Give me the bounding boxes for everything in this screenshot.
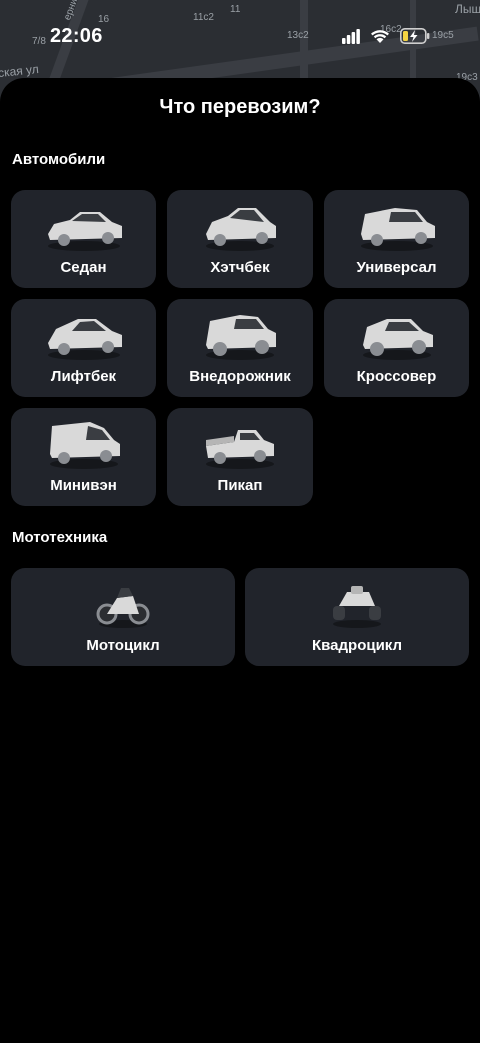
signal-icon xyxy=(342,28,360,44)
vehicle-option-label: Пикап xyxy=(217,477,263,494)
vehicle-option-label: Кроссовер xyxy=(356,368,437,385)
sheet-title: Что перевозим? xyxy=(159,96,321,118)
crossover-car-icon xyxy=(355,309,439,368)
vehicle-option-sedan[interactable]: Седан xyxy=(11,190,156,288)
quad-bike-icon xyxy=(327,578,387,635)
moto-grid: Мотоцикл Квадроцикл xyxy=(11,568,469,666)
status-clock: 22:06 xyxy=(50,24,103,47)
vehicle-option-pickup[interactable]: Пикап xyxy=(167,408,313,506)
vehicle-option-wagon[interactable]: Универсал xyxy=(324,190,469,288)
vehicle-option-label: Седан xyxy=(60,259,107,276)
vehicle-option-suv[interactable]: Внедорожник xyxy=(167,299,313,397)
liftback-car-icon xyxy=(42,309,126,368)
battery-icon xyxy=(400,28,430,44)
wifi-icon xyxy=(370,28,390,44)
vehicle-option-crossover[interactable]: Кроссовер xyxy=(324,299,469,397)
pickup-truck-icon xyxy=(198,418,282,477)
status-icons xyxy=(342,28,430,44)
vehicle-option-minivan[interactable]: Минивэн xyxy=(11,408,156,506)
vehicle-option-label: Мотоцикл xyxy=(86,637,160,654)
suv-car-icon xyxy=(198,309,282,368)
map-label: Лыщ xyxy=(455,2,480,16)
vehicle-option-liftback[interactable]: Лифтбек xyxy=(11,299,156,397)
hatchback-car-icon xyxy=(198,200,282,259)
vehicle-option-quad[interactable]: Квадроцикл xyxy=(245,568,469,666)
cars-grid: Седан Хэтчбек Универсал Лифтбек Внедорож… xyxy=(11,190,469,506)
vehicle-type-sheet: Что перевозим? Автомобили Седан Хэтчбек … xyxy=(0,78,480,1043)
vehicle-option-label: Универсал xyxy=(356,259,437,276)
motorcycle-icon xyxy=(93,578,153,635)
section-title-moto: Мототехника xyxy=(12,529,108,546)
map-label: 11 xyxy=(230,4,241,15)
sedan-car-icon xyxy=(42,200,126,259)
vehicle-option-label: Хэтчбек xyxy=(210,259,270,276)
vehicle-option-motorcycle[interactable]: Мотоцикл xyxy=(11,568,235,666)
vehicle-option-label: Квадроцикл xyxy=(311,637,403,654)
minivan-car-icon xyxy=(42,418,126,477)
vehicle-option-hatchback[interactable]: Хэтчбек xyxy=(167,190,313,288)
vehicle-option-label: Минивэн xyxy=(50,477,117,494)
status-bar: 22:06 xyxy=(0,20,480,52)
vehicle-option-label: Лифтбек xyxy=(50,368,117,385)
vehicle-option-label: Внедорожник xyxy=(189,368,291,385)
section-title-cars: Автомобили xyxy=(12,151,106,168)
wagon-car-icon xyxy=(355,200,439,259)
